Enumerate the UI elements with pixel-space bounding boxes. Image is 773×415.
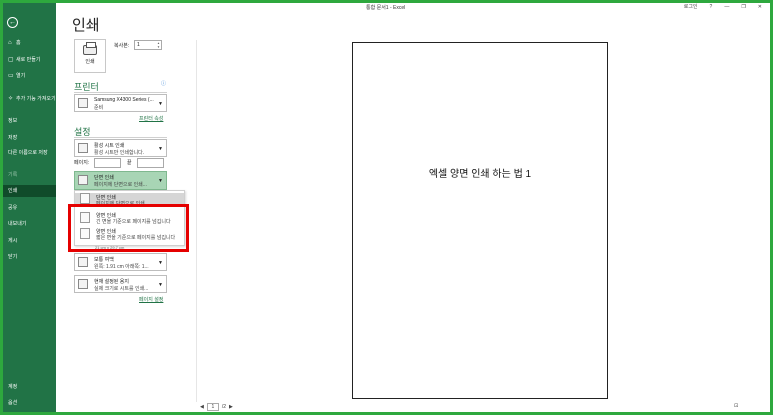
sidebar-item-publish[interactable]: 게시: [3, 235, 56, 247]
close-icon[interactable]: ✕: [758, 4, 762, 10]
prev-page-icon[interactable]: ◀: [200, 404, 204, 410]
sidebar-item-history: 기록: [8, 172, 18, 178]
sidebar-item-save[interactable]: 저장: [3, 132, 56, 144]
back-arrow-icon[interactable]: ←: [7, 17, 18, 28]
divider: [74, 137, 167, 138]
margins-line2: 왼쪽: 1.91 cm 아래쪽: 1...: [94, 264, 149, 270]
sidebar-item-label: 추가 기능 가져오기: [16, 96, 56, 102]
sides-line2: 페이지에 단면으로 인쇄...: [94, 182, 147, 188]
copies-label: 복사본:: [114, 43, 130, 49]
printer-name: Samsung X4300 Series (...: [94, 97, 154, 103]
scaling-dropdown[interactable]: 현재 설정된 용지 실제 크기로 시트를 인쇄... ▼: [74, 275, 167, 293]
spin-arrows-icon[interactable]: ▲ ▼: [157, 41, 160, 49]
home-icon: ⌂: [8, 40, 12, 46]
margins-icon: [78, 257, 88, 267]
sidebar-item-export[interactable]: 내보내기: [3, 218, 56, 230]
page-total: /2: [221, 404, 227, 410]
window-controls: 로그인 ? — ❐ ✕: [684, 3, 762, 11]
copies-value: 1: [137, 42, 140, 48]
sidebar-item-home[interactable]: ⌂ 홈: [3, 37, 56, 49]
chevron-down-icon: ▼: [158, 146, 163, 152]
scaling-line2: 실제 크기로 시트를 인쇄...: [94, 286, 149, 292]
pages-from-input[interactable]: [94, 158, 121, 168]
preview-page: 엑셀 양면 인쇄 하는 법 1: [352, 42, 608, 399]
window-title: 통합 문서1 - Excel: [366, 5, 406, 11]
printer-dropdown[interactable]: Samsung X4300 Series (... 준비 ▼: [74, 94, 167, 112]
minimize-icon[interactable]: —: [724, 4, 729, 10]
zoom-to-page-icon[interactable]: ⊡: [734, 403, 738, 409]
print-button[interactable]: 인쇄: [74, 39, 106, 73]
margins-line1: 보통 여백: [94, 257, 114, 263]
signin-link[interactable]: 로그인: [684, 3, 698, 10]
chevron-down-icon: ▼: [158, 282, 163, 288]
sidebar-item-info[interactable]: 정보: [3, 115, 56, 127]
sides-line1: 단면 인쇄: [94, 175, 114, 181]
divider: [74, 92, 167, 93]
info-icon[interactable]: ⓘ: [161, 80, 166, 87]
one-sided-icon: [80, 193, 90, 204]
preview-page-text: 엑셀 양면 인쇄 하는 법 1: [428, 169, 532, 180]
addin-icon: ✧: [8, 96, 14, 102]
sidebar-item-options[interactable]: 옵션: [3, 397, 56, 409]
sidebar-item-account[interactable]: 계정: [3, 381, 56, 393]
printer-properties-link[interactable]: 프린터 속성: [139, 115, 163, 122]
printer-status: 준비: [94, 105, 104, 111]
chevron-down-icon: ▼: [158, 178, 163, 184]
one-sided-icon: [78, 175, 88, 185]
restore-icon[interactable]: ❐: [741, 4, 745, 10]
highlight-annotation: [68, 204, 189, 252]
printer-icon: [83, 42, 97, 55]
pages-label: 페이지:: [74, 160, 90, 166]
current-page-input[interactable]: 1: [206, 403, 219, 411]
sidebar-item-get-addins[interactable]: ✧ 추가 기능 가져오기: [3, 94, 56, 112]
margins-dropdown[interactable]: 보통 여백 왼쪽: 1.91 cm 아래쪽: 1... ▼: [74, 253, 167, 271]
scope-line2: 활성 시트만 인쇄합니다.: [94, 150, 145, 156]
sheet-icon: [78, 143, 88, 153]
page-title: 인쇄: [72, 17, 100, 34]
next-page-icon[interactable]: ▶: [229, 404, 233, 410]
help-icon[interactable]: ?: [710, 4, 713, 10]
copies-stepper[interactable]: 1 ▲ ▼: [134, 40, 162, 50]
scope-line1: 활성 시트 인쇄: [94, 143, 125, 149]
pages-to-input[interactable]: [137, 158, 164, 168]
chevron-down-icon: ▼: [158, 260, 163, 266]
sidebar-item-print[interactable]: 인쇄: [3, 185, 56, 197]
scaling-line1: 현재 설정된 용지: [94, 279, 129, 285]
scaling-icon: [78, 279, 88, 289]
chevron-down-icon: ▼: [158, 101, 163, 107]
pages-to-label: 끝: [127, 160, 132, 166]
sidebar-item-share[interactable]: 공유: [3, 202, 56, 214]
folder-icon: ▭: [8, 73, 14, 79]
new-document-icon: ▢: [8, 57, 14, 63]
sidebar-item-open[interactable]: ▭ 열기: [3, 70, 56, 82]
page-setup-link[interactable]: 페이지 설정: [139, 296, 163, 303]
sidebar-item-save-as[interactable]: 다른 이름으로 저장: [3, 148, 56, 166]
printer-small-icon: [78, 98, 88, 108]
title-bar: 통합 문서1 - Excel 로그인 ? — ❐ ✕: [56, 3, 770, 13]
sidebar-item-label: 홈: [16, 40, 21, 46]
sidebar-item-label: 새로 만들기: [16, 57, 41, 63]
sides-dropdown[interactable]: 단면 인쇄 페이지에 단면으로 인쇄... ▼: [74, 171, 167, 190]
page-navigator: ◀ 1 /2 ▶: [200, 403, 233, 411]
backstage-sidebar: ← ⌂ 홈 ▢ 새로 만들기 ▭ 열기 ✧ 추가 기능 가져오기 정보 저장 다른 이름…: [3, 3, 56, 412]
print-button-label: 인쇄: [85, 59, 95, 65]
sidebar-item-close[interactable]: 닫기: [3, 251, 56, 263]
sidebar-item-new[interactable]: ▢ 새로 만들기: [3, 54, 56, 66]
sidebar-item-label: 열기: [16, 73, 26, 79]
print-scope-dropdown[interactable]: 활성 시트 인쇄 활성 시트만 인쇄합니다. ▼: [74, 139, 167, 157]
